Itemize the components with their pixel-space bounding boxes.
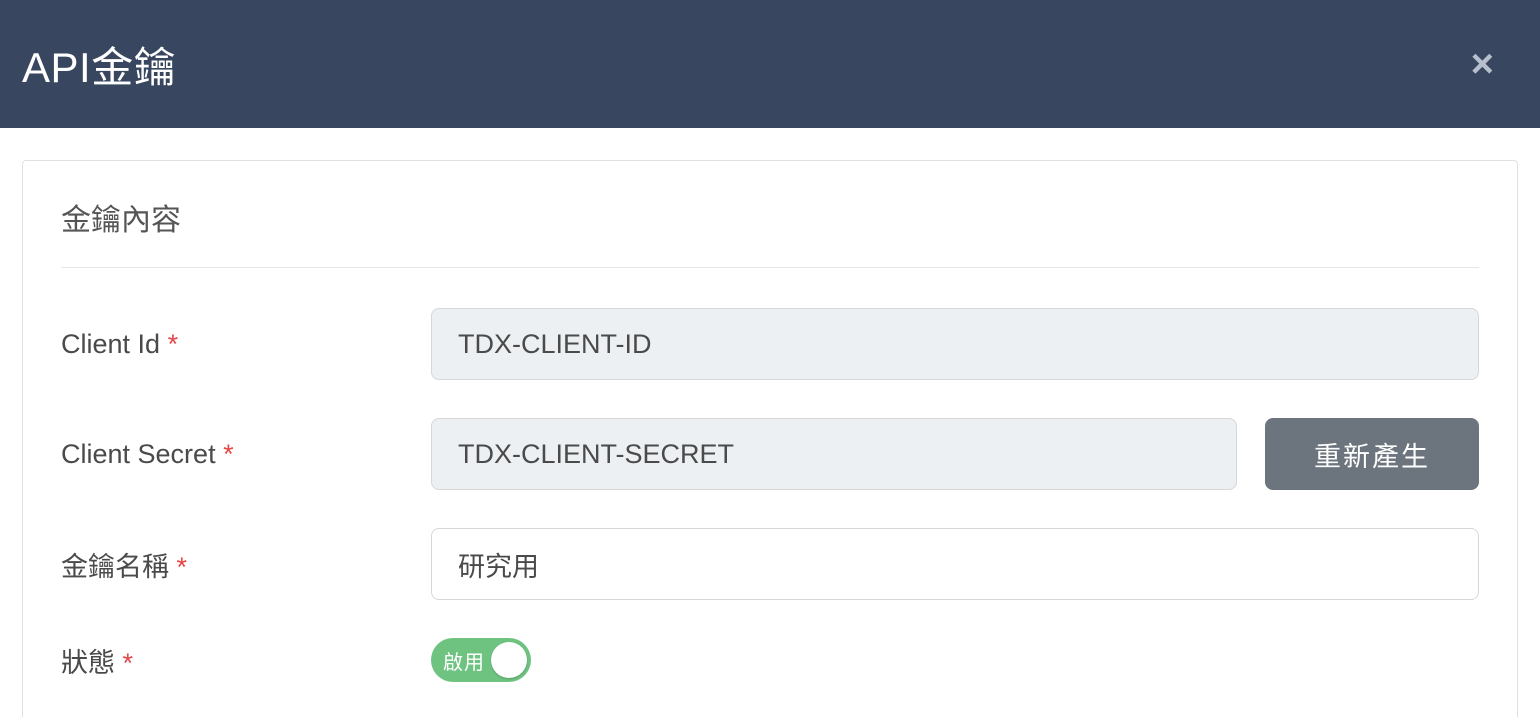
status-label: 狀態 * [61,641,431,680]
status-label-text: 狀態 [61,648,115,678]
client-id-row: Client Id * TDX-CLIENT-ID [61,308,1479,380]
status-toggle-label: 啟用 [443,646,485,675]
required-marker: * [223,439,234,469]
section-title: 金鑰內容 [61,195,1479,268]
client-id-label: Client Id * [61,329,431,360]
required-marker: * [168,329,179,359]
key-name-row: 金鑰名稱 * [61,528,1479,600]
client-id-value: TDX-CLIENT-ID [431,308,1479,380]
key-name-label: 金鑰名稱 * [61,545,431,584]
close-button[interactable]: × [1465,40,1500,88]
toggle-knob [491,642,527,678]
close-icon: × [1471,42,1494,86]
client-secret-row: Client Secret * TDX-CLIENT-SECRET 重新產生 [61,418,1479,490]
status-row: 狀態 * 啟用 [61,638,1479,682]
modal-header: API金鑰 × [0,0,1540,128]
status-toggle[interactable]: 啟用 [431,638,531,682]
client-id-label-text: Client Id [61,329,160,359]
key-name-label-text: 金鑰名稱 [61,552,169,582]
client-secret-label-text: Client Secret [61,439,216,469]
client-secret-value: TDX-CLIENT-SECRET [431,418,1237,490]
key-name-input[interactable] [431,528,1479,600]
required-marker: * [123,648,134,678]
client-secret-label: Client Secret * [61,439,431,470]
modal-title: API金鑰 [22,34,176,95]
key-content-card: 金鑰內容 Client Id * TDX-CLIENT-ID Client Se… [22,160,1518,717]
required-marker: * [177,552,188,582]
regenerate-button[interactable]: 重新產生 [1265,418,1479,490]
